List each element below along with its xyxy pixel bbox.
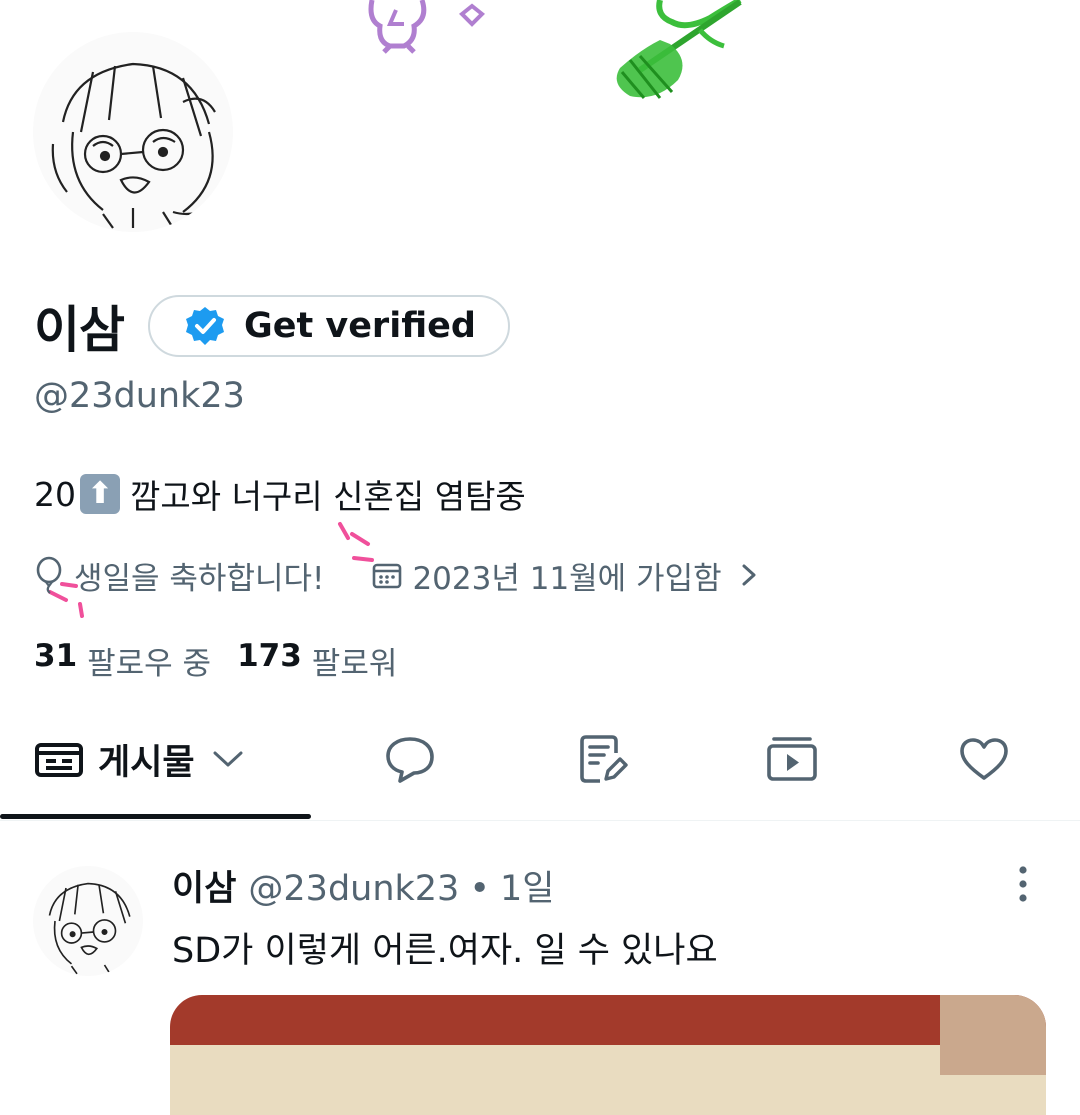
more-options-icon[interactable] [1010,864,1036,904]
chevron-right-icon [742,564,756,586]
following-label[interactable]: 팔로우 중 [87,638,211,683]
bio-prefix: 20 [34,474,76,514]
media-artwork-texture [940,995,1046,1075]
get-verified-button[interactable]: Get verified [148,295,510,357]
tab-articles[interactable] [562,700,642,818]
tweet-item[interactable]: 이삼 @23dunk23 • 1일 SD가 이렇게 어른.여자. 일 수 있나요 [0,830,1080,1115]
banner-doodle-purple [368,0,485,54]
posts-tab-icon [35,743,83,777]
tab-posts-label: 게시물 [98,742,195,783]
joined-date-item[interactable]: 2023년 11월에 가입함 [372,553,759,598]
followers-label[interactable]: 팔로워 [312,638,398,683]
tweet-separator: • [469,869,490,909]
tweet-author-handle[interactable]: @23dunk23 [248,869,459,909]
tweet-text: SD가 이렇게 어른.여자. 일 수 있나요 [172,931,718,971]
tweet-avatar-sketch-image [48,882,131,975]
chevron-down-icon [213,751,243,767]
profile-tabs: 게시물 [0,700,1080,821]
bio-text: 깜고와 너구리 신혼집 염탐중 [130,477,526,516]
tweet-author-name[interactable]: 이삼 [172,860,236,911]
following-count[interactable]: 31 [34,638,77,683]
verified-badge-icon [186,307,224,345]
profile-name-row: 이삼 Get verified [34,290,510,362]
tweet-avatar[interactable] [33,866,143,976]
tab-likes[interactable] [944,700,1024,818]
profile-avatar[interactable] [33,32,233,232]
reply-bubble-icon [386,737,434,783]
balloon-icon [36,556,62,594]
profile-meta-row: 생일을 축하합니다! 2023년 11월에 가입함 [34,552,760,598]
birthday-text: 생일을 축하합니다! [74,560,325,597]
tweet-timestamp[interactable]: 1일 [500,860,554,911]
follow-stats: 31 팔로우 중 173 팔로워 [34,638,423,683]
birthday-item: 생일을 축하합니다! [34,553,324,598]
media-video-icon [767,737,817,781]
active-tab-indicator [0,814,311,819]
tab-posts[interactable]: 게시물 [34,700,274,818]
article-edit-icon [580,735,628,783]
profile-handle: @23dunk23 [34,376,245,416]
media-artwork-area [170,1045,1046,1115]
up-arrow-emoji-icon: ⬆ [80,474,120,514]
calendar-icon [373,563,402,589]
joined-text: 2023년 11월에 가입함 [412,560,722,597]
banner-doodle-green [616,0,742,99]
profile-bio: 20 ⬆ 깜고와 너구리 신혼집 염탐중 [34,470,526,518]
tab-replies[interactable] [370,700,450,818]
tweet-header: 이삼 @23dunk23 • 1일 [172,860,554,911]
followers-count[interactable]: 173 [237,638,302,683]
tweet-media-image[interactable] [170,995,1046,1115]
avatar-sketch-image [51,62,216,229]
tab-media[interactable] [752,700,832,818]
heart-icon [960,738,1008,780]
profile-display-name: 이삼 [34,301,125,359]
get-verified-label: Get verified [244,306,476,346]
